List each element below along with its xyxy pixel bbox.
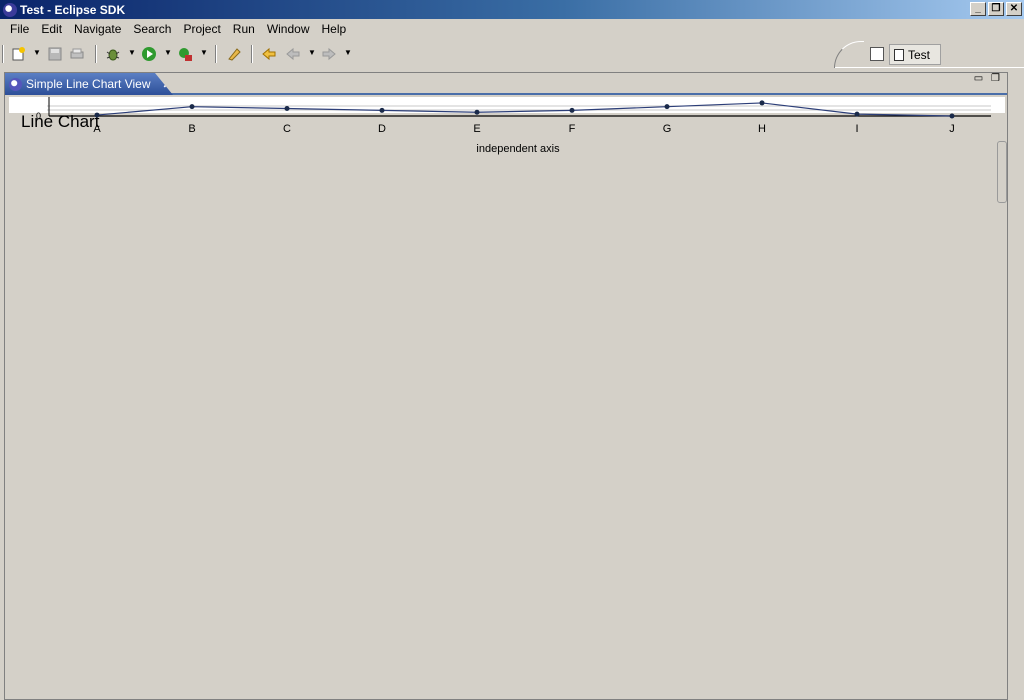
data-point [94,112,100,118]
toolbar-separator [95,45,97,63]
simple-line-chart-view: Simple Line Chart View ✕ ▭ ❐ Line Chart … [4,72,1008,700]
toolbar-separator [251,45,253,63]
eclipse-icon [3,2,17,17]
menu-project[interactable]: Project [177,22,226,36]
menu-run[interactable]: Run [227,22,261,36]
perspective-bar-curve [834,41,864,68]
chart-area: Line Chart independent axis 0 A B C D E F G H I J [7,97,1005,697]
back-dropdown-icon[interactable]: ▼ [308,48,316,57]
x-tick-label: J [949,123,955,135]
tab-simple-line-chart-view[interactable]: Simple Line Chart View ✕ [5,73,173,95]
restore-button[interactable]: ❐ [988,2,1004,16]
external-tools-icon[interactable] [176,46,194,62]
open-perspective-icon[interactable] [870,47,884,61]
x-tick-label: F [569,123,576,135]
plot-background [9,97,1005,113]
external-tools-dropdown-icon[interactable]: ▼ [200,48,208,57]
perspective-icon [894,48,904,61]
data-point [759,100,765,106]
debug-icon[interactable] [104,46,122,62]
x-tick-label: E [473,123,480,135]
data-point [569,107,575,113]
menu-help[interactable]: Help [316,22,353,36]
view-icon [9,77,22,91]
x-tick-label: A [93,123,101,135]
data-point [664,104,670,110]
forward-dropdown-icon[interactable]: ▼ [344,48,352,57]
vertical-scrollbar[interactable] [997,141,1007,203]
menu-search[interactable]: Search [127,22,177,36]
tab-label: Simple Line Chart View [26,77,151,91]
close-tab-icon[interactable]: ✕ [163,77,173,91]
run-dropdown-icon[interactable]: ▼ [164,48,172,57]
edit-pencil-icon[interactable] [225,46,243,62]
x-tick-label: B [188,123,195,135]
x-tick-label: C [283,123,291,135]
window-title: Test - Eclipse SDK [20,2,126,17]
menu-edit[interactable]: Edit [35,22,68,36]
perspective-label: Test [908,47,931,62]
x-axis-label: independent axis [476,143,560,155]
line-chart: Line Chart independent axis 0 A B C D E F G H I J [9,97,1005,155]
debug-dropdown-icon[interactable]: ▼ [128,48,136,57]
save-icon[interactable] [46,46,64,62]
view-tabstrip: Simple Line Chart View ✕ ▭ ❐ [5,73,1007,95]
maximize-view-icon[interactable]: ❐ [990,74,1001,85]
data-point [474,109,480,115]
print-icon[interactable] [68,46,86,62]
new-wizard-icon[interactable] [9,46,27,62]
forward-icon[interactable] [320,46,338,62]
x-tick-label: I [855,123,858,135]
y-tick-label: 0 [36,111,41,121]
back-icon[interactable] [284,46,302,62]
data-point [284,106,290,112]
chart-title: Line Chart [21,112,100,131]
minimize-view-icon[interactable]: ▭ [973,74,984,85]
perspective-test-button[interactable]: Test [889,44,941,65]
perspective-bar: Test [834,41,1024,68]
minimize-button[interactable]: _ [970,2,986,16]
x-tick-label: G [663,123,672,135]
close-window-button[interactable]: ✕ [1006,2,1022,16]
data-point [854,111,860,117]
toolbar-separator [215,45,217,63]
new-dropdown-icon[interactable]: ▼ [33,48,41,57]
window-titlebar: Test - Eclipse SDK _ ❐ ✕ [0,0,1024,19]
data-point [189,104,195,110]
menu-file[interactable]: File [4,22,35,36]
run-icon[interactable] [140,46,158,62]
data-point [379,107,385,113]
x-tick-label: H [758,123,766,135]
data-point [949,113,955,119]
toolbar-separator [2,45,4,63]
x-tick-label: D [378,123,386,135]
menubar: File Edit Navigate Search Project Run Wi… [0,19,1024,39]
last-edit-location-icon[interactable] [260,46,278,62]
menu-navigate[interactable]: Navigate [68,22,127,36]
menu-window[interactable]: Window [261,22,316,36]
